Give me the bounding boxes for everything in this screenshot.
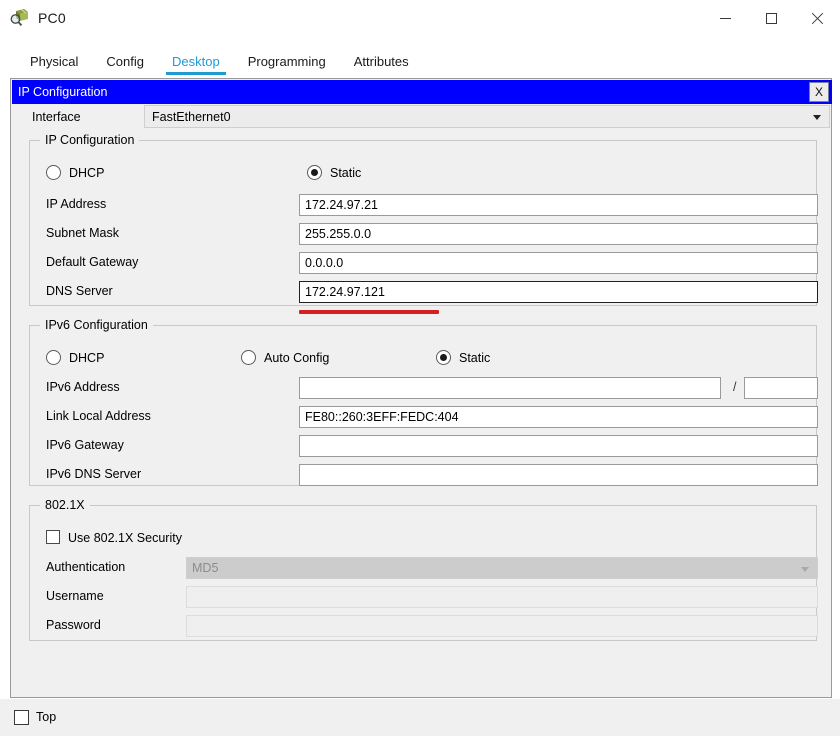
ipv4-dns-row: DNS Server 172.24.97.121 [30, 281, 818, 303]
interface-value: FastEthernet0 [152, 109, 231, 124]
ipv4-mode-row: DHCP Static [30, 163, 816, 185]
ipv6-autoconfig-label: Auto Config [264, 351, 330, 365]
password-input[interactable] [186, 615, 818, 637]
bottom-bar: Top [0, 699, 840, 736]
tab-attributes[interactable]: Attributes [340, 55, 423, 75]
dot1x-use-security-row: Use 802.1X Security [30, 528, 816, 550]
minimize-button[interactable] [702, 0, 748, 36]
ipv6-linklocal-input[interactable]: FE80::260:3EFF:FEDC:404 [299, 406, 818, 428]
ipv6-autoconfig-radio[interactable] [241, 350, 256, 365]
dialog-title: IP Configuration [18, 85, 108, 99]
close-icon [811, 12, 824, 25]
ipv6-configuration-group: IPv6 Configuration DHCP Auto Config Stat… [29, 318, 818, 486]
ipv4-dns-label: DNS Server [46, 284, 113, 298]
username-label: Username [46, 589, 104, 603]
chevron-down-icon [801, 567, 809, 572]
ipv6-dns-input[interactable] [299, 464, 818, 486]
tab-strip: Physical Config Desktop Programming Attr… [0, 36, 840, 75]
dot1x-authentication-row: Authentication MD5 [30, 557, 818, 579]
ipv4-subnet-input[interactable]: 255.255.0.0 [299, 223, 818, 245]
ipv6-gateway-row: IPv6 Gateway [30, 435, 818, 457]
ipv4-gateway-row: Default Gateway 0.0.0.0 [30, 252, 818, 274]
ipv6-gateway-input[interactable] [299, 435, 818, 457]
ipv6-prefix-input[interactable] [744, 377, 818, 399]
ipv6-address-input[interactable] [299, 377, 721, 399]
use-802-1x-security-checkbox[interactable] [46, 530, 60, 544]
close-button[interactable] [794, 0, 840, 36]
authentication-label: Authentication [46, 560, 126, 574]
use-802-1x-security-label: Use 802.1X Security [68, 531, 182, 545]
ipv6-address-label: IPv6 Address [46, 380, 120, 394]
top-checkbox[interactable] [14, 710, 29, 725]
authentication-select[interactable]: MD5 [186, 557, 818, 579]
password-label: Password [46, 618, 101, 632]
maximize-button[interactable] [748, 0, 794, 36]
ipv6-group-legend: IPv6 Configuration [40, 318, 153, 332]
ipv4-address-label: IP Address [46, 197, 107, 211]
window-title: PC0 [38, 10, 66, 26]
dialog-titlebar: IP Configuration X [12, 80, 832, 104]
ipv6-dns-label: IPv6 DNS Server [46, 467, 142, 481]
ipv4-group-legend: IP Configuration [40, 133, 140, 147]
ipv6-linklocal-label: Link Local Address [46, 409, 151, 423]
minimize-icon [719, 17, 731, 19]
interface-row: Interface FastEthernet0 [12, 105, 832, 130]
ipv4-dhcp-radio[interactable] [46, 165, 61, 180]
chevron-down-icon [813, 115, 821, 120]
ipv6-dns-row: IPv6 DNS Server [30, 464, 818, 486]
ipv4-static-label: Static [330, 166, 362, 180]
authentication-value: MD5 [192, 561, 219, 575]
tab-programming[interactable]: Programming [234, 55, 340, 75]
interface-label: Interface [32, 110, 81, 124]
dot1x-group-legend: 802.1X [40, 498, 90, 512]
ipv6-linklocal-row: Link Local Address FE80::260:3EFF:FEDC:4… [30, 406, 818, 428]
ipv6-address-row: IPv6 Address / [30, 377, 818, 399]
dialog-close-button[interactable]: X [809, 82, 829, 102]
dot1x-group: 802.1X Use 802.1X Security Authenticatio… [29, 498, 818, 641]
tab-desktop[interactable]: Desktop [158, 55, 234, 75]
ipv6-dhcp-radio[interactable] [46, 350, 61, 365]
ipv6-static-label: Static [459, 351, 491, 365]
tab-physical[interactable]: Physical [16, 55, 92, 75]
tab-config[interactable]: Config [92, 55, 158, 75]
interface-select[interactable]: FastEthernet0 [144, 105, 830, 128]
ipv4-subnet-label: Subnet Mask [46, 226, 119, 240]
ipv4-address-row: IP Address 172.24.97.21 [30, 194, 818, 216]
ip-configuration-panel: IP Configuration X Interface FastEtherne… [10, 78, 832, 698]
window-titlebar: PC0 [0, 0, 840, 36]
window-controls [702, 0, 840, 36]
ipv4-static-radio[interactable] [307, 165, 322, 180]
ipv6-mode-row: DHCP Auto Config Static [30, 348, 816, 370]
ipv4-dhcp-label: DHCP [69, 166, 105, 180]
maximize-icon [765, 12, 777, 24]
dns-annotation-underline [299, 310, 439, 314]
username-input[interactable] [186, 586, 818, 608]
dot1x-password-row: Password [30, 615, 818, 637]
ipv4-gateway-label: Default Gateway [46, 255, 139, 269]
ipv4-dns-input[interactable]: 172.24.97.121 [299, 281, 818, 303]
ipv6-prefix-separator: / [733, 380, 737, 394]
ipv4-subnet-row: Subnet Mask 255.255.0.0 [30, 223, 818, 245]
ipv4-gateway-input[interactable]: 0.0.0.0 [299, 252, 818, 274]
ipv6-dhcp-label: DHCP [69, 351, 105, 365]
ipv4-address-input[interactable]: 172.24.97.21 [299, 194, 818, 216]
ipv6-gateway-label: IPv6 Gateway [46, 438, 124, 452]
top-label: Top [36, 710, 57, 724]
ipv6-static-radio[interactable] [436, 350, 451, 365]
device-pc-icon [9, 7, 31, 29]
ipv4-configuration-group: IP Configuration DHCP Static IP Address … [29, 133, 818, 306]
dot1x-username-row: Username [30, 586, 818, 608]
